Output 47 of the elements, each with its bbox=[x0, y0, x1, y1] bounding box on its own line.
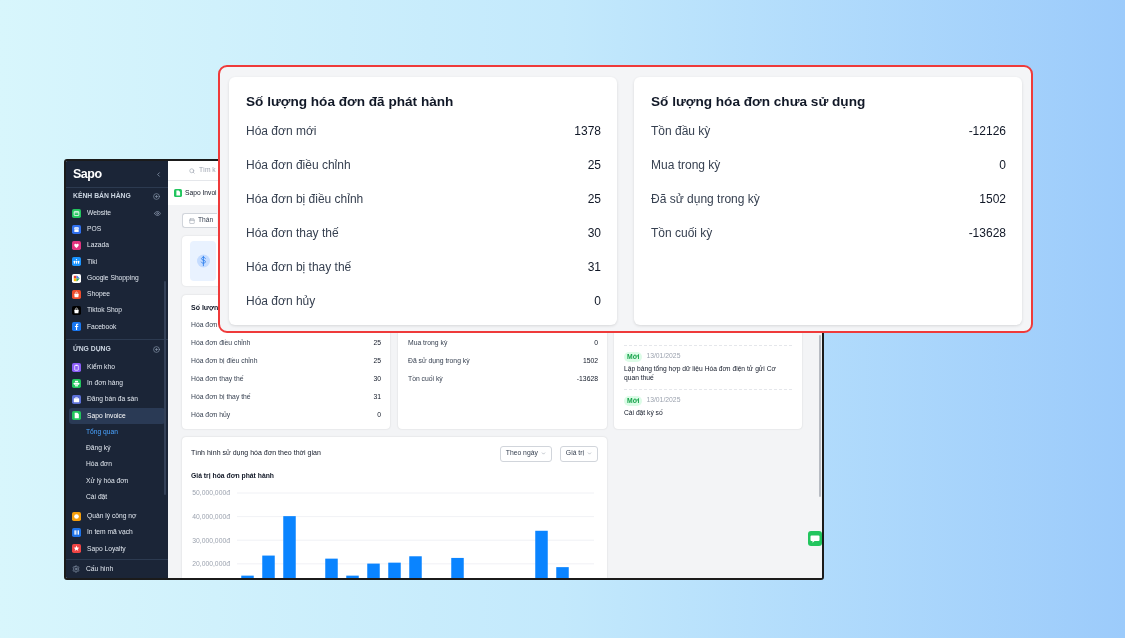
stat-label: Tồn đầu kỳ bbox=[651, 123, 711, 140]
stat-label: Mua trong kỳ bbox=[651, 157, 721, 174]
gear-icon bbox=[72, 565, 80, 573]
stat-value: 0 bbox=[594, 293, 601, 310]
stat-value: 31 bbox=[587, 259, 601, 276]
stat-value: -13628 bbox=[968, 225, 1006, 242]
eye-icon[interactable] bbox=[154, 209, 161, 217]
stat-label: Hóa đơn bị điều chỉnh bbox=[246, 191, 364, 208]
stat-label: Hóa đơn điều chỉnh bbox=[246, 157, 351, 174]
stat-value: 1378 bbox=[574, 123, 601, 140]
card-title: Số lượng hóa đơn đã phát hành bbox=[246, 93, 455, 111]
stat-value: 25 bbox=[587, 191, 601, 208]
calendar-icon bbox=[189, 217, 195, 224]
chart-bar bbox=[556, 567, 569, 578]
scrollbar-thumb[interactable] bbox=[819, 335, 821, 497]
search-icon bbox=[189, 167, 195, 174]
chart-bar bbox=[241, 575, 254, 578]
caret-icon bbox=[540, 451, 546, 456]
chart-bar bbox=[283, 516, 296, 578]
stat-label: Hóa đơn thay thế bbox=[246, 225, 339, 242]
stat-value: 25 bbox=[587, 157, 601, 174]
document-icon bbox=[174, 189, 182, 197]
chevron-left-icon[interactable] bbox=[155, 170, 162, 178]
plus-circle-icon[interactable] bbox=[153, 193, 160, 200]
chart-bar bbox=[325, 558, 338, 578]
chart-bar bbox=[346, 575, 359, 578]
scrollbar-thumb[interactable] bbox=[164, 281, 166, 495]
stat-label: Hóa đơn mới bbox=[246, 123, 317, 140]
chart-bar bbox=[451, 557, 464, 578]
stat-label: Hóa đơn bị thay thế bbox=[246, 259, 352, 276]
stat-label: Tồn cuối kỳ bbox=[651, 225, 713, 242]
stat-value: 1502 bbox=[979, 191, 1006, 208]
chart-bar bbox=[262, 555, 275, 578]
chart-bar bbox=[388, 562, 401, 578]
stat-value: -12126 bbox=[968, 123, 1006, 140]
chart-bar bbox=[535, 530, 548, 578]
stat-label: Đã sử dụng trong kỳ bbox=[651, 191, 760, 208]
stat-label: Hóa đơn hủy bbox=[246, 293, 316, 310]
logo: Sapo bbox=[73, 167, 102, 181]
chart-bar bbox=[409, 556, 422, 578]
dollar-icon bbox=[190, 241, 216, 281]
card-title: Số lượng hóa đơn chưa sử dụng bbox=[651, 93, 867, 111]
stat-value: 0 bbox=[999, 157, 1006, 174]
plus-circle-icon[interactable] bbox=[153, 346, 160, 353]
chat-icon[interactable] bbox=[808, 531, 822, 546]
caret-icon bbox=[587, 451, 592, 456]
stat-value: 30 bbox=[587, 225, 601, 242]
